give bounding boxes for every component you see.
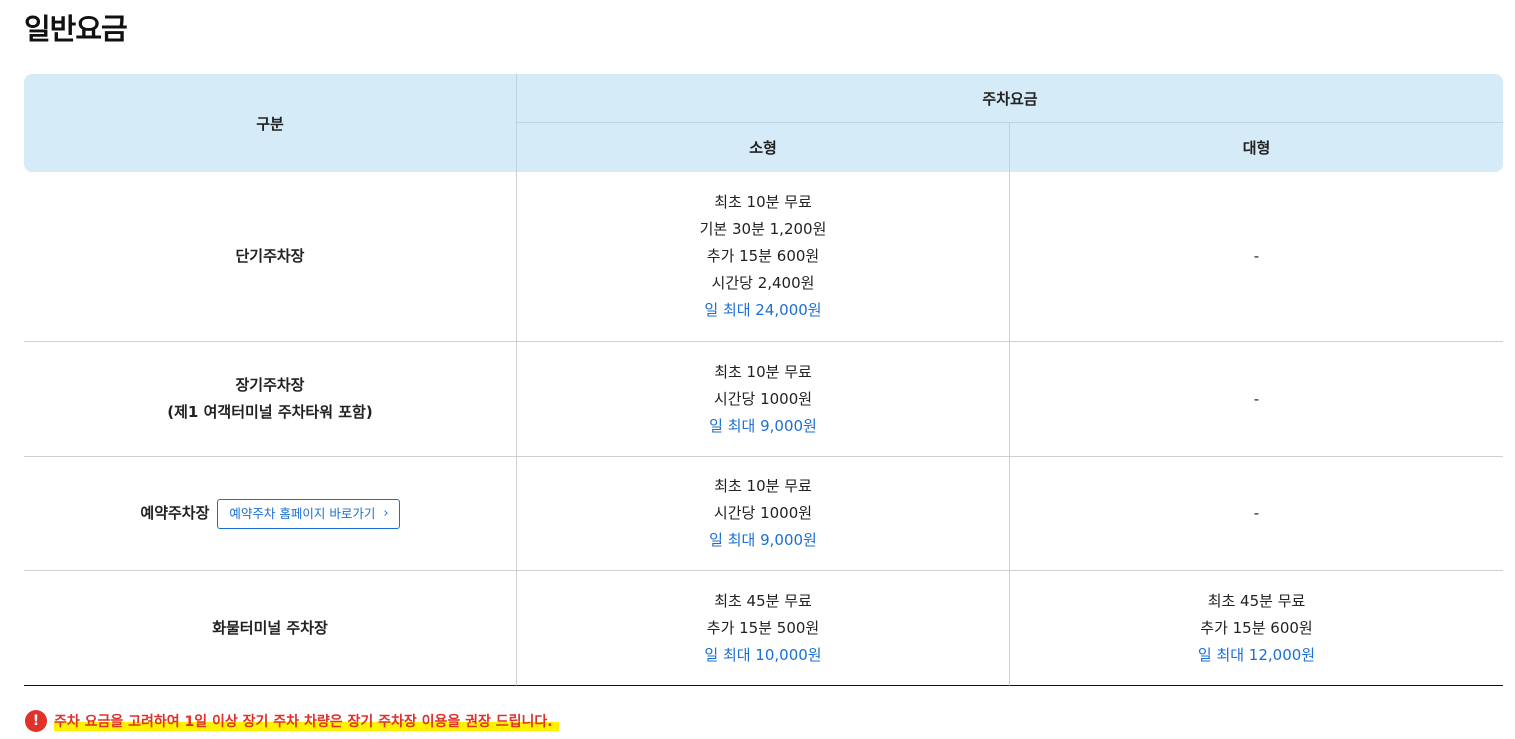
fee-line: 시간당 1000원 [713,389,813,408]
large-car-fee: - [1009,172,1503,342]
fee-line: 최초 10분 무료 [714,193,812,211]
fee-line: 시간당 1000원 [713,504,813,522]
row-name-line: (제1 여객터미널 주차타워 포함) [167,403,373,421]
header-large-car: 대형 [1009,123,1503,172]
row-name-line: 장기주차장 [235,376,305,394]
fee-line: - [1253,389,1260,408]
fee-line: 기본 30분 1,200원 [699,220,827,238]
notice-message: ! 주차 요금을 고려하여 1일 이상 장기 주차 차량은 장기 주차장 이용을… [25,710,559,732]
small-car-fee: 최초 45분 무료 추가 15분 500원 일 최대 10,000원 [516,571,1009,686]
small-car-fee: 최초 10분 무료 시간당 1000원 일 최대 9,000원 [516,342,1009,457]
fee-line: - [1253,504,1260,522]
fee-line: 최초 45분 무료 [1207,591,1306,610]
fee-line: - [1253,247,1260,265]
fee-line: 추가 15분 500원 [706,618,820,637]
small-car-fee: 최초 10분 무료 시간당 1000원 일 최대 9,000원 [516,457,1009,571]
parking-fee-table: 구분 주차요금 소형 대형 단기주차장 최초 10분 무료 기본 30분 1,2… [24,74,1503,686]
table-row: 화물터미널 주차장 최초 45분 무료 추가 15분 500원 일 최대 10,… [24,571,1503,686]
daily-max-fee: 일 최대 10,000원 [704,645,822,664]
daily-max-fee: 일 최대 24,000원 [704,301,822,319]
reservation-link-label: 예약주차 홈페이지 바로가기 [229,505,376,521]
fee-line: 최초 45분 무료 [714,591,812,610]
fee-line: 추가 15분 600원 [1200,618,1313,637]
row-name-line: 단기주차장 [235,247,305,265]
fee-line: 최초 10분 무료 [714,477,812,495]
reservation-homepage-link-button[interactable]: 예약주차 홈페이지 바로가기 › [217,498,400,529]
header-division: 구분 [24,74,516,172]
header-small-car: 소형 [516,123,1009,172]
large-car-fee: - [1009,342,1503,457]
fee-line: 시간당 2,400원 [711,274,815,292]
large-car-fee: 최초 45분 무료 추가 15분 600원 일 최대 12,000원 [1009,571,1503,686]
exclamation-icon: ! [25,710,47,732]
row-name-line: 예약주차장 [140,504,210,522]
daily-max-fee: 일 최대 12,000원 [1197,645,1316,664]
header-parking-fee: 주차요금 [516,74,1503,123]
fee-line: 추가 15분 600원 [706,247,820,265]
small-car-fee: 최초 10분 무료 기본 30분 1,200원 추가 15분 600원 시간당 … [516,172,1009,342]
row-name: 장기주차장 (제1 여객터미널 주차타워 포함) [24,342,516,457]
large-car-fee: - [1009,457,1503,571]
row-name: 화물터미널 주차장 [24,571,516,686]
row-name: 단기주차장 [24,172,516,342]
page-title: 일반요금 [24,12,128,46]
fee-line: 최초 10분 무료 [714,362,812,381]
table-row: 예약주차장 예약주차 홈페이지 바로가기 › 최초 10분 무료 시간당 100… [24,457,1503,571]
daily-max-fee: 일 최대 9,000원 [709,531,817,549]
row-name-line: 화물터미널 주차장 [212,618,328,637]
row-name: 예약주차장 예약주차 홈페이지 바로가기 › [24,457,516,571]
chevron-right-icon: › [383,506,389,521]
notice-text: 주차 요금을 고려하여 1일 이상 장기 주차 차량은 장기 주차장 이용을 권… [54,711,559,731]
table-row: 단기주차장 최초 10분 무료 기본 30분 1,200원 추가 15분 600… [24,172,1503,342]
table-row: 장기주차장 (제1 여객터미널 주차타워 포함) 최초 10분 무료 시간당 1… [24,342,1503,457]
daily-max-fee: 일 최대 9,000원 [709,416,817,435]
